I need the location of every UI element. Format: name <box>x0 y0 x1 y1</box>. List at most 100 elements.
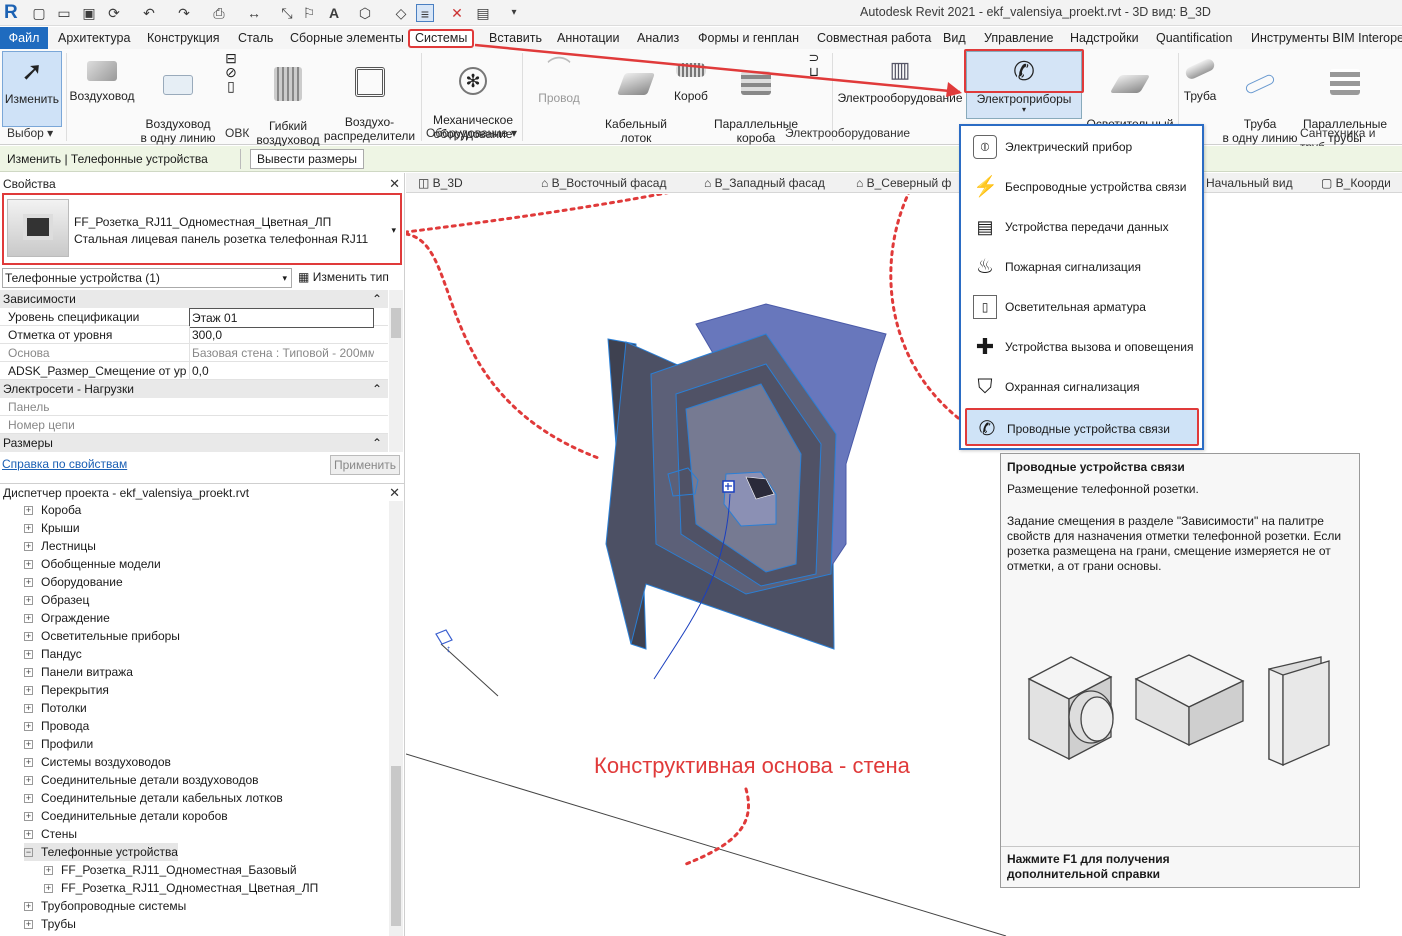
duct-button[interactable]: Воздуховод <box>68 51 136 103</box>
menu-item-wireless[interactable]: ⚡ Беспроводные устройства связи <box>965 168 1199 206</box>
revit-logo-icon[interactable]: R <box>4 2 22 24</box>
tree-item[interactable]: + Трубопроводные системы <box>24 897 186 915</box>
expand-icon[interactable]: + <box>24 740 33 750</box>
expand-icon[interactable]: + <box>24 704 33 714</box>
redo-icon[interactable]: ↷ <box>175 4 193 22</box>
expand-icon[interactable]: + <box>24 578 33 588</box>
expand-icon[interactable]: + <box>24 650 33 660</box>
properties-scrollbar[interactable] <box>389 290 403 452</box>
group-equipment[interactable]: Оборудование ▾ <box>426 126 517 140</box>
new-icon[interactable]: ▢ <box>30 4 48 22</box>
dimension-icon[interactable]: ⤡ <box>278 4 296 22</box>
tree-item[interactable]: − Телефонные устройства <box>24 843 178 861</box>
undo-icon[interactable]: ↶ <box>140 4 158 22</box>
pipe-button[interactable]: Труба <box>1180 51 1220 103</box>
close-icon[interactable]: ✕ <box>389 175 400 193</box>
expand-icon[interactable]: + <box>24 596 33 606</box>
tab-file[interactable]: Файл <box>0 27 48 49</box>
menu-item-data-devices[interactable]: ▤ Устройства передачи данных <box>965 208 1199 246</box>
duct-placeholder-button[interactable]: Воздуховод в одну линию <box>138 51 218 145</box>
expand-icon[interactable]: + <box>24 830 33 840</box>
close-hidden-icon[interactable]: ✕ <box>448 4 466 22</box>
tree-item[interactable]: + Ограждение <box>24 609 110 627</box>
measure-icon[interactable]: ↔ <box>245 4 263 22</box>
tree-item[interactable]: + Панели витража <box>24 663 133 681</box>
expand-icon[interactable]: + <box>24 560 33 570</box>
tree-item[interactable]: + Оборудование <box>24 573 123 591</box>
expand-icon[interactable]: + <box>24 686 33 696</box>
tree-item[interactable]: + Осветительные приборы <box>24 627 180 645</box>
tree-item[interactable]: + Соединительные детали коробов <box>24 807 228 825</box>
tab-steel[interactable]: Сталь <box>233 29 278 48</box>
category-filter-select[interactable]: Телефонные устройства (1) ▾ <box>2 268 292 288</box>
tree-item[interactable]: + Лестницы <box>24 537 96 555</box>
tree-item[interactable]: + FF_Розетка_RJ11_Одноместная_Базовый <box>44 861 297 879</box>
tree-item[interactable]: + Пандус <box>24 645 82 663</box>
tree-item[interactable]: + Системы воздуховодов <box>24 753 171 771</box>
expand-icon[interactable]: + <box>24 776 33 786</box>
duct-fitting-icon[interactable]: ⊟ ⊘ ▯ <box>222 51 240 93</box>
socket-3d-model[interactable] <box>605 303 887 680</box>
expand-icon[interactable]: + <box>24 632 33 642</box>
section-icon[interactable]: ◇ <box>392 4 410 22</box>
browser-scrollbar[interactable] <box>389 501 403 936</box>
tab-precast[interactable]: Сборные элементы <box>285 29 409 48</box>
text-icon[interactable]: A <box>325 4 343 22</box>
tree-item[interactable]: + Образец <box>24 591 89 609</box>
tab-structure[interactable]: Конструкция <box>142 29 225 48</box>
pipe-placeholder-button[interactable]: Труба в одну линию <box>1222 51 1298 145</box>
tab-view-east[interactable]: ⌂ B_Восточный фасад <box>541 176 666 190</box>
tree-item[interactable]: + Профили <box>24 735 93 753</box>
menu-item-telephone-devices[interactable]: ✆ Проводные устройства связи <box>965 408 1199 446</box>
expand-icon[interactable]: + <box>24 758 33 768</box>
tree-item[interactable]: + Соединительные детали кабельных лотков <box>24 789 283 807</box>
tab-systems[interactable]: Системы <box>408 29 475 48</box>
tab-view-3d[interactable]: ◫ B_3D <box>418 176 463 190</box>
menu-item-lighting-device[interactable]: ▯ Осветительная арматура <box>965 288 1199 326</box>
edit-type-button[interactable]: ▦ Изменить тип <box>298 268 402 288</box>
expand-icon[interactable]: + <box>44 884 53 894</box>
tree-item[interactable]: + Соединительные детали воздуховодов <box>24 771 259 789</box>
section-electrical-loads[interactable]: Электросети - Нагрузки ⌃ <box>0 380 388 398</box>
expand-icon[interactable]: + <box>24 506 33 516</box>
display-dimensions-button[interactable]: Вывести размеры <box>250 149 365 169</box>
group-select[interactable]: Выбор ▾ <box>7 126 53 140</box>
switch-windows-icon[interactable]: ▤ <box>474 4 492 22</box>
tree-item[interactable]: + Стены <box>24 825 77 843</box>
tree-item[interactable]: + Провода <box>24 717 89 735</box>
tab-quantification[interactable]: Quantification <box>1151 29 1237 48</box>
tab-view-coord[interactable]: ▢ B_Коорди <box>1321 176 1391 190</box>
menu-item-nurse-call[interactable]: ✚ Устройства вызова и оповещения <box>965 328 1199 366</box>
expand-icon[interactable]: + <box>44 866 53 876</box>
open-icon[interactable]: ▭ <box>55 4 73 22</box>
expand-icon[interactable]: + <box>24 542 33 552</box>
property-row[interactable]: Уровень спецификации Этаж 01 <box>0 308 388 328</box>
tree-item[interactable]: + Короба <box>24 501 81 519</box>
tab-view-start[interactable]: Начальный вид <box>1206 176 1293 190</box>
menu-item-fire-alarm[interactable]: ♨ Пожарная сигнализация <box>965 248 1199 286</box>
tab-view-west[interactable]: ⌂ B_Западный фасад <box>704 176 825 190</box>
close-icon[interactable]: ✕ <box>389 484 400 502</box>
save-icon[interactable]: ▣ <box>80 4 98 22</box>
expand-icon[interactable]: + <box>24 722 33 732</box>
section-dimensions[interactable]: Размеры ⌃ <box>0 434 388 452</box>
expand-icon[interactable]: + <box>24 902 33 912</box>
tag-icon[interactable]: ⚐ <box>300 4 318 22</box>
menu-item-electrical-fixture[interactable]: ⦶ Электрический прибор <box>965 128 1199 166</box>
tab-manage[interactable]: Управление <box>979 29 1059 48</box>
apply-button[interactable]: Применить <box>330 455 400 475</box>
expand-icon[interactable]: + <box>24 614 33 624</box>
sync-icon[interactable]: ⟳ <box>105 4 123 22</box>
collapse-icon[interactable]: − <box>24 848 33 858</box>
menu-item-security[interactable]: ⛉ Охранная сигнализация <box>965 368 1199 406</box>
expand-icon[interactable]: + <box>24 794 33 804</box>
section-constraints[interactable]: Зависимости ⌃ <box>0 290 388 308</box>
tree-item[interactable]: + Перекрытия <box>24 681 109 699</box>
expand-icon[interactable]: + <box>24 920 33 930</box>
3d-view-icon[interactable]: ⬡ <box>356 4 374 22</box>
tree-item[interactable]: + Потолки <box>24 699 87 717</box>
air-terminal-button[interactable]: Воздухо- распределители <box>322 51 417 143</box>
properties-help-link[interactable]: Справка по свойствам <box>2 457 127 471</box>
expand-icon[interactable]: + <box>24 668 33 678</box>
property-row[interactable]: ADSK_Размер_Смещение от ур... 0,0 <box>0 362 388 380</box>
